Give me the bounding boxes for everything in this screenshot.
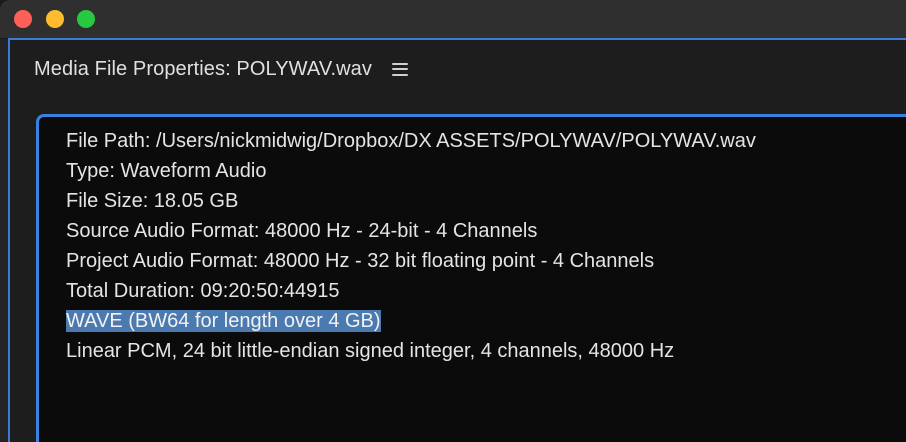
total-duration-line[interactable]: Total Duration: 09:20:50:44915 <box>66 276 756 306</box>
selected-text[interactable]: WAVE (BW64 for length over 4 GB) <box>66 310 381 332</box>
type-line[interactable]: Type: Waveform Audio <box>66 156 756 186</box>
container-format-line[interactable]: WAVE (BW64 for length over 4 GB) <box>66 306 756 336</box>
minimize-window-button[interactable] <box>46 10 64 28</box>
hamburger-menu-icon[interactable] <box>391 62 408 76</box>
maximize-window-button[interactable] <box>77 10 95 28</box>
panel-header: Media File Properties: POLYWAV.wav <box>34 54 408 84</box>
file-size-line[interactable]: File Size: 18.05 GB <box>66 186 756 216</box>
close-window-button[interactable] <box>14 10 32 28</box>
properties-list: File Path: /Users/nickmidwig/Dropbox/DX … <box>66 126 756 366</box>
codec-line[interactable]: Linear PCM, 24 bit little-endian signed … <box>66 336 756 366</box>
project-audio-format-line[interactable]: Project Audio Format: 48000 Hz - 32 bit … <box>66 246 756 276</box>
app-window: Media File Properties: POLYWAV.wav File … <box>0 0 906 442</box>
source-audio-format-line[interactable]: Source Audio Format: 48000 Hz - 24-bit -… <box>66 216 756 246</box>
properties-text-area[interactable]: File Path: /Users/nickmidwig/Dropbox/DX … <box>36 114 906 442</box>
title-bar <box>0 0 906 39</box>
file-path-line[interactable]: File Path: /Users/nickmidwig/Dropbox/DX … <box>66 126 756 156</box>
panel-title: Media File Properties: POLYWAV.wav <box>34 57 372 80</box>
